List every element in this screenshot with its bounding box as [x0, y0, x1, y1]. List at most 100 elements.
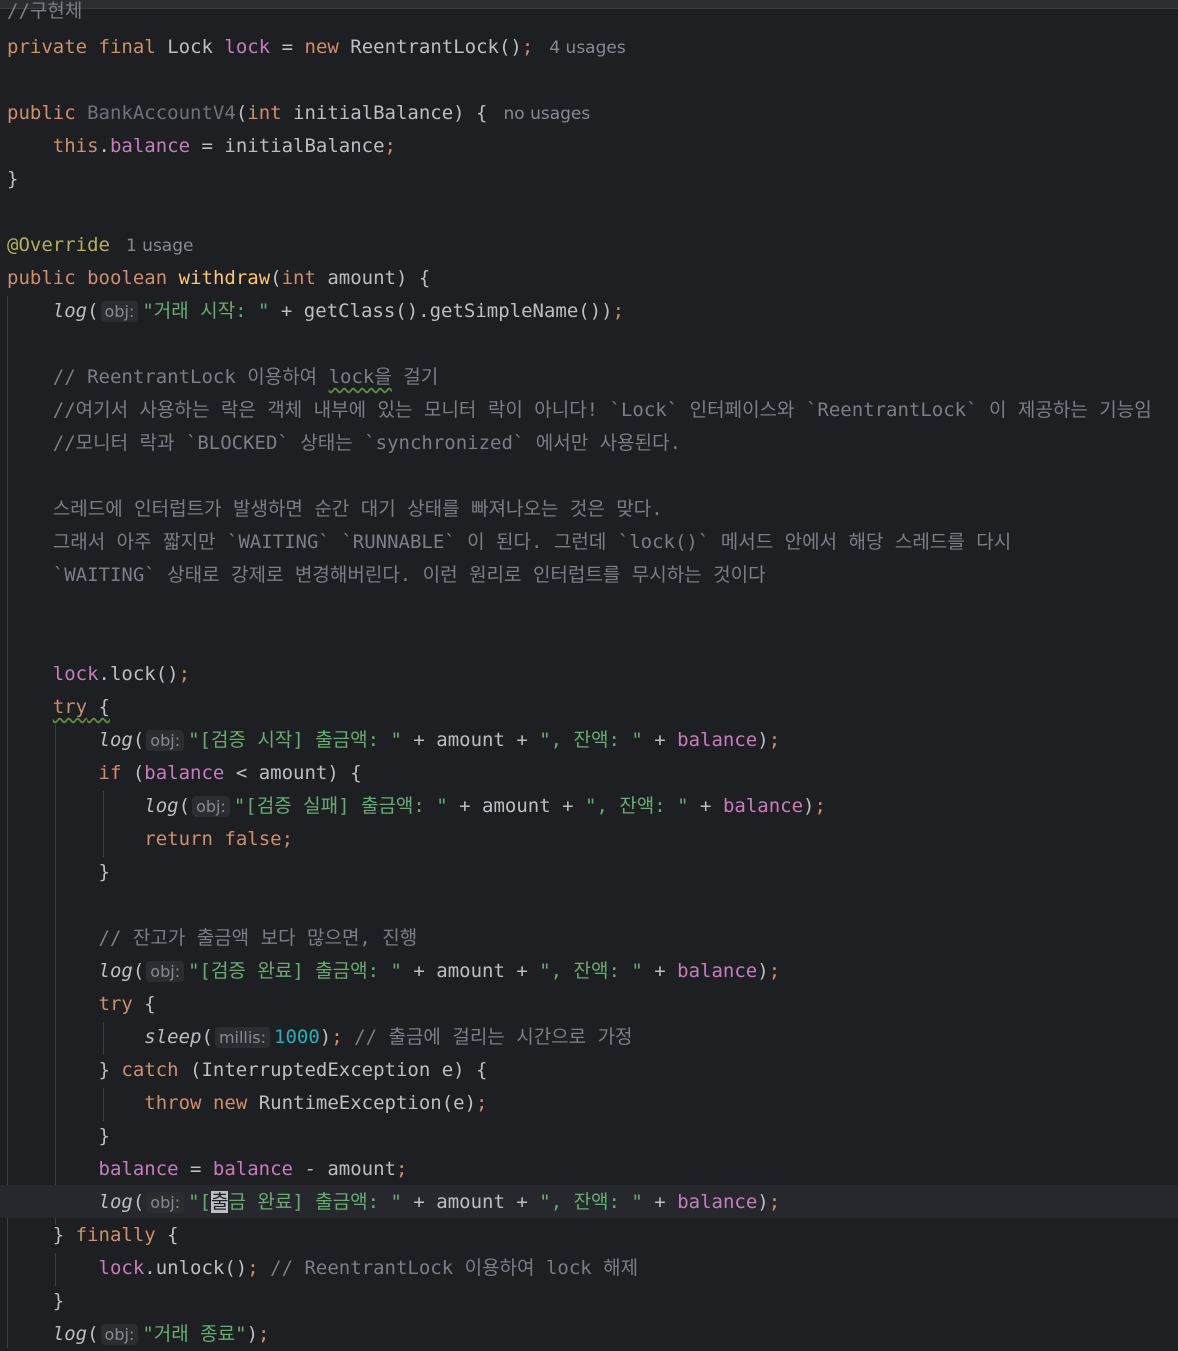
code-line[interactable]: } catch (InterruptedException e) { [7, 1054, 488, 1087]
keyword: int [247, 102, 282, 124]
type-name: Lock [167, 36, 213, 58]
semicolon: ; [768, 1191, 781, 1213]
code-line[interactable]: log(obj: "거래 시작: " + getClass().getSimple… [7, 295, 624, 328]
comment: // ReentrantLock 이용하여 lock 해제 [258, 1257, 639, 1279]
code-line[interactable]: public BankAccountV4(int initialBalance)… [7, 97, 590, 130]
paren: ( [235, 102, 248, 124]
code-line[interactable]: 그래서 아주 짧지만 `WAITING` `RUNNABLE` 이 된다. 그런… [7, 526, 1011, 559]
string-literal: "[ [188, 1191, 211, 1213]
string-literal: "[검증 실패] 출금액: " [233, 795, 448, 817]
string-literal: "거래 시작: " [142, 300, 270, 322]
method-call: log [98, 729, 133, 751]
paren: ( [87, 300, 99, 322]
method-call: sleep [144, 1026, 202, 1048]
constructor-name: BankAccountV4 [87, 102, 236, 124]
code-line[interactable]: //여기서 사용하는 락은 객체 내부에 있는 모니터 락이 아니다! `Loc… [7, 394, 1152, 427]
keyword: boolean [87, 267, 168, 289]
code-line[interactable]: return false; [7, 823, 293, 856]
paren: ( [121, 762, 145, 784]
code-line[interactable]: lock.lock(); [7, 658, 190, 691]
method-call: .lock() [98, 663, 179, 685]
keyword: new [212, 1092, 248, 1114]
comment: 스레드에 인터럽트가 발생하면 순간 대기 상태를 빠져나오는 것은 맞다. [52, 498, 663, 520]
constructor-call: RuntimeException(e) [247, 1092, 477, 1114]
field-name: balance [677, 960, 758, 982]
code-line[interactable]: //모니터 락과 `BLOCKED` 상태는 `synchronized` 에서… [7, 427, 681, 460]
semicolon: ; [768, 960, 781, 982]
code-line[interactable]: balance = balance - amount; [7, 1153, 408, 1186]
brace: { [132, 993, 156, 1015]
expression: + amount + [401, 1191, 540, 1213]
brace: } [52, 1224, 76, 1246]
code-line[interactable]: log(obj: "[검증 시작] 출금액: " + amount + ", 잔액… [7, 724, 780, 757]
paren: ) [319, 1026, 332, 1048]
expression: + amount + [401, 729, 540, 751]
paren: ( [132, 960, 145, 982]
keyword: new [304, 36, 339, 58]
typo-underlined-word: lock을 [328, 366, 392, 388]
usage-count-hint[interactable]: 4 usages [549, 38, 625, 58]
parameter-hint: millis: [214, 1027, 271, 1048]
usage-count-hint[interactable]: no usages [504, 104, 591, 124]
code-line[interactable]: 스레드에 인터럽트가 발생하면 순간 대기 상태를 빠져나오는 것은 맞다. [7, 493, 663, 526]
semicolon: ; [258, 1323, 270, 1345]
code-line[interactable]: public boolean withdraw(int amount) { [7, 262, 430, 295]
code-line[interactable]: private final Lock lock = new ReentrantL… [7, 31, 626, 64]
keyword: finally [75, 1224, 156, 1246]
string-literal: ", 잔액: " [539, 1191, 643, 1213]
keyword: final [98, 36, 156, 58]
code-line[interactable]: // 잔고가 출금액 보다 많으면, 진행 [7, 922, 418, 955]
dot: . [98, 135, 110, 157]
comment: // 잔고가 출금액 보다 많으면, 진행 [98, 927, 418, 949]
paren: ) [246, 1323, 259, 1345]
semicolon: ; [814, 795, 826, 817]
comment: // ReentrantLock 이용하여 [52, 366, 329, 388]
comment: 걸기 [391, 366, 439, 388]
code-line[interactable]: lock.unlock(); // ReentrantLock 이용하여 loc… [7, 1252, 639, 1285]
field-name: balance [722, 795, 804, 817]
field-name: balance [98, 1158, 179, 1180]
code-line[interactable]: } [7, 163, 18, 196]
code-line[interactable]: `WAITING` 상태로 강제로 변경해버린다. 이런 원리로 인터럽트를 무… [7, 559, 766, 592]
constructor-call: ReentrantLock() [350, 36, 522, 58]
parameter-hint: obj: [146, 730, 185, 751]
annotation: @Override [7, 234, 110, 256]
code-line[interactable]: } finally { [7, 1219, 179, 1252]
method-call: log [52, 1323, 88, 1345]
paren: ) [757, 729, 769, 751]
code-line[interactable]: //구현체 [7, 0, 82, 28]
expression: + amount + [401, 960, 540, 982]
code-line[interactable]: } [7, 1285, 64, 1318]
code-line[interactable]: log(obj: "거래 종료"); [7, 1318, 269, 1351]
code-line-current[interactable]: log(obj: "[출금 완료] 출금액: " + amount + ", 잔액… [7, 1186, 780, 1219]
code-line[interactable]: // ReentrantLock 이용하여 lock을 걸기 [7, 361, 438, 394]
code-line[interactable]: log(obj: "[검증 실패] 출금액: " + amount + ", 잔액… [7, 790, 826, 823]
keyword: this [52, 135, 99, 157]
brace: { [87, 696, 110, 718]
code-line[interactable]: try { [7, 691, 110, 724]
expression: + getClass().getSimpleName()) [269, 300, 613, 322]
paren: ) [757, 960, 769, 982]
code-line[interactable]: sleep(millis: 1000); // 출금에 걸리는 시간으로 가정 [7, 1021, 633, 1054]
code-line[interactable]: try { [7, 988, 156, 1021]
parameter-hint: obj: [100, 1324, 139, 1345]
semicolon: ; [768, 729, 781, 751]
code-line[interactable]: throw new RuntimeException(e); [7, 1087, 487, 1120]
code-line[interactable]: log(obj: "[검증 완료] 출금액: " + amount + ", 잔액… [7, 955, 780, 988]
brace: } [52, 1290, 65, 1312]
parameter-hint: obj: [146, 961, 185, 982]
paren: ) [757, 1191, 769, 1213]
code-line[interactable]: this.balance = initialBalance; [7, 130, 396, 163]
code-line[interactable]: @Override 1 usage [7, 229, 193, 262]
field-name: lock [224, 36, 271, 58]
keyword: throw [144, 1092, 202, 1114]
code-editor[interactable]: //구현체 private final Lock lock = new Reen… [0, 0, 1178, 1348]
text-cursor[interactable]: 출 [210, 1191, 229, 1213]
semicolon: ; [521, 36, 534, 58]
code-line[interactable]: } [7, 856, 110, 889]
string-literal: "[검증 완료] 출금액: " [188, 960, 402, 982]
code-line[interactable]: if (balance < amount) { [7, 757, 362, 790]
comment: `WAITING` 상태로 강제로 변경해버린다. 이런 원리로 인터럽트를 무… [52, 564, 766, 586]
usage-count-hint[interactable]: 1 usage [126, 236, 194, 256]
code-line[interactable]: } [7, 1120, 110, 1153]
